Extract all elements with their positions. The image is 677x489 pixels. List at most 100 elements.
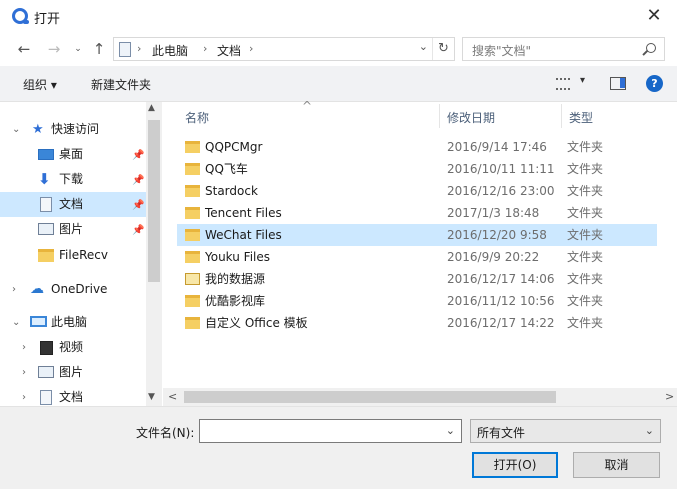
refresh-button[interactable]: ↻ xyxy=(432,38,454,60)
sidebar-item-onedrive[interactable]: › ☁ OneDrive xyxy=(0,277,146,302)
search-input[interactable]: 搜索"文档" xyxy=(472,42,531,59)
scroll-down-arrow[interactable]: ▼ xyxy=(148,392,155,402)
collapse-chevron-icon[interactable]: ⌄ xyxy=(12,310,20,335)
file-name: Tencent Files xyxy=(205,206,282,220)
file-name: 自定义 Office 模板 xyxy=(205,316,308,330)
pin-icon: 📌 xyxy=(132,175,145,186)
file-date: 2016/12/17 14:06 xyxy=(447,272,555,286)
preview-pane-icon[interactable] xyxy=(610,77,626,90)
breadcrumb-separator[interactable]: › xyxy=(203,42,207,55)
new-folder-button[interactable]: 新建文件夹 xyxy=(91,76,151,93)
file-date: 2017/1/3 18:48 xyxy=(447,206,540,220)
scroll-left-arrow[interactable]: < xyxy=(168,390,177,403)
up-button[interactable]: ↑ xyxy=(89,39,109,59)
table-row[interactable]: Stardock 2016/12/16 23:00 文件夹 xyxy=(177,180,657,202)
expand-chevron-icon[interactable]: › xyxy=(22,385,26,408)
scroll-up-arrow[interactable]: ▲ xyxy=(148,103,155,113)
filename-field[interactable]: ⌄ xyxy=(199,419,462,443)
open-button[interactable]: 打开(O) xyxy=(472,452,558,478)
collapse-chevron-icon[interactable]: ⌄ xyxy=(12,117,20,142)
file-name: Stardock xyxy=(205,184,258,198)
column-header-type[interactable]: 类型 xyxy=(569,109,593,126)
file-name: 优酷影视库 xyxy=(205,294,266,308)
breadcrumb-documents[interactable]: 文档 xyxy=(217,42,241,59)
sort-ascending-icon: ^ xyxy=(302,99,313,113)
sidebar-item-documents[interactable]: 文档 📌 xyxy=(0,192,146,217)
sidebar-item-filerecv[interactable]: FileRecv xyxy=(0,243,146,268)
table-row[interactable]: 自定义 Office 模板 2016/12/17 14:22 文件夹 xyxy=(177,312,657,334)
document-icon xyxy=(40,390,52,405)
table-row[interactable]: Youku Files 2016/9/9 20:22 文件夹 xyxy=(177,246,657,268)
folder-icon xyxy=(185,229,200,241)
file-type: 文件夹 xyxy=(567,294,604,308)
sidebar-item-this-pc[interactable]: ⌄ 此电脑 xyxy=(0,310,146,335)
column-divider[interactable] xyxy=(439,104,440,128)
data-source-folder-icon xyxy=(185,273,200,285)
scroll-right-arrow[interactable]: > xyxy=(665,390,674,403)
expand-chevron-icon[interactable]: › xyxy=(22,335,26,360)
table-row[interactable]: WeChat Files 2016/12/20 9:58 文件夹 xyxy=(177,224,657,246)
breadcrumb-separator[interactable]: › xyxy=(249,42,253,55)
file-type: 文件夹 xyxy=(567,272,604,286)
file-date: 2016/10/11 11:11 xyxy=(447,162,555,176)
sidebar-item-desktop[interactable]: 桌面 📌 xyxy=(0,142,146,167)
sidebar-item-pc-pictures[interactable]: › 图片 xyxy=(0,360,146,385)
sidebar-item-label: 文档 xyxy=(59,197,84,211)
download-arrow-icon: ⬇ xyxy=(38,170,51,188)
table-row[interactable]: 优酷影视库 2016/11/12 10:56 文件夹 xyxy=(177,290,657,312)
sidebar-item-videos[interactable]: › 视频 xyxy=(0,335,146,360)
command-toolbar: 组织 ▾ 新建文件夹 ▾ ? xyxy=(0,66,677,102)
picture-icon xyxy=(38,366,54,378)
folder-icon xyxy=(185,295,200,307)
table-row[interactable]: QQ飞车 2016/10/11 11:11 文件夹 xyxy=(177,158,657,180)
filetype-value: 所有文件 xyxy=(477,426,526,440)
file-type: 文件夹 xyxy=(567,184,604,198)
table-row[interactable]: QQPCMgr 2016/9/14 17:46 文件夹 xyxy=(177,136,657,158)
file-date: 2016/11/12 10:56 xyxy=(447,294,555,308)
sidebar-scroll-thumb[interactable] xyxy=(148,120,160,282)
recent-locations-button[interactable]: ⌄ xyxy=(68,39,88,59)
column-header-name[interactable]: 名称 xyxy=(185,109,209,126)
filetype-select[interactable]: 所有文件 ⌄ xyxy=(470,419,661,443)
sidebar-item-label: OneDrive xyxy=(51,282,108,296)
expand-chevron-icon[interactable]: › xyxy=(12,277,16,302)
table-row[interactable]: Tencent Files 2017/1/3 18:48 文件夹 xyxy=(177,202,657,224)
sidebar-item-downloads[interactable]: ⬇ 下载 📌 xyxy=(0,167,146,192)
address-bar[interactable]: › 此电脑 › 文档 › ⌄ ↻ xyxy=(113,37,455,61)
help-icon[interactable]: ? xyxy=(646,75,663,92)
sidebar-item-pc-documents[interactable]: › 文档 xyxy=(0,385,146,408)
expand-chevron-icon[interactable]: › xyxy=(22,360,26,385)
filename-history-dropdown[interactable]: ⌄ xyxy=(446,424,455,437)
horizontal-scroll-thumb[interactable] xyxy=(184,391,556,403)
column-divider[interactable] xyxy=(561,104,562,128)
organize-button[interactable]: 组织 ▾ xyxy=(23,76,57,93)
search-box[interactable]: 搜索"文档" xyxy=(462,37,665,61)
pin-icon: 📌 xyxy=(132,200,145,211)
breadcrumb-this-pc[interactable]: 此电脑 xyxy=(152,42,188,59)
file-date: 2016/9/14 17:46 xyxy=(447,140,547,154)
forward-button[interactable]: → xyxy=(44,39,64,59)
breadcrumb-separator[interactable]: › xyxy=(137,42,141,55)
close-button[interactable]: ✕ xyxy=(631,0,677,32)
view-details-icon[interactable] xyxy=(556,78,570,90)
cancel-button[interactable]: 取消 xyxy=(573,452,660,478)
chevron-down-icon[interactable]: ⌄ xyxy=(645,424,654,437)
computer-icon xyxy=(30,316,47,327)
sidebar-item-quick-access[interactable]: ⌄ ★ 快速访问 xyxy=(0,117,146,142)
sidebar-item-label: FileRecv xyxy=(59,248,108,262)
cloud-icon: ☁ xyxy=(30,281,44,297)
address-history-dropdown[interactable]: ⌄ xyxy=(419,40,428,53)
folder-icon xyxy=(185,185,200,197)
back-button[interactable]: ← xyxy=(14,39,34,59)
sidebar-item-label: 桌面 xyxy=(59,147,84,161)
folder-icon xyxy=(185,317,200,329)
sidebar-item-pictures[interactable]: 图片 📌 xyxy=(0,217,146,242)
file-name: 我的数据源 xyxy=(205,272,266,286)
table-row[interactable]: 我的数据源 2016/12/17 14:06 文件夹 xyxy=(177,268,657,290)
file-date: 2016/12/16 23:00 xyxy=(447,184,555,198)
column-header-date[interactable]: 修改日期 xyxy=(447,109,495,126)
folder-icon xyxy=(185,163,200,175)
view-options-dropdown[interactable]: ▾ xyxy=(580,75,585,86)
sidebar-item-label: 下载 xyxy=(59,172,84,186)
search-icon[interactable] xyxy=(646,43,656,53)
